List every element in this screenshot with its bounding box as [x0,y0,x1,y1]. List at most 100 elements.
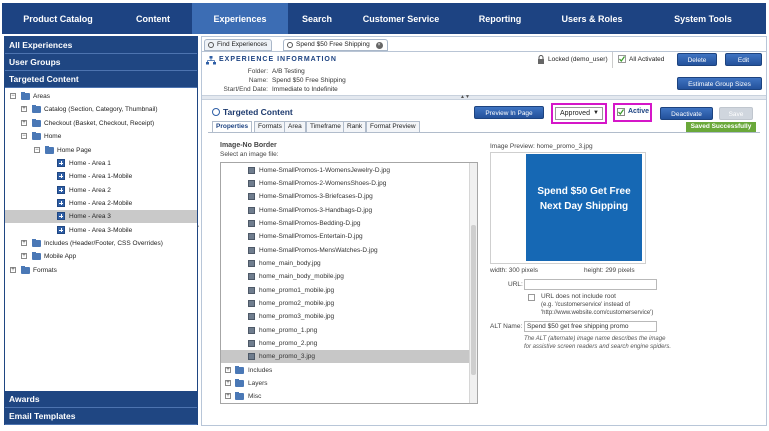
file-list-scrollbar[interactable] [469,163,477,403]
nav-customer-service[interactable]: Customer Service [346,3,456,34]
tab-timeframe[interactable]: Timeframe [306,121,345,132]
list-item[interactable]: Home-SmallPromos-2-WomensShoes-D.jpg [221,177,470,190]
folder-icon [235,392,244,400]
delete-button[interactable]: Delete [677,53,717,66]
folder-item-layers[interactable]: + Layers [221,377,470,390]
top-nav: Product Catalog Content Experiences Sear… [2,3,766,34]
list-item-selected[interactable]: home_promo_3.jpg [221,350,470,363]
tab-format-preview[interactable]: Format Preview [366,121,420,132]
expand-toggle-icon[interactable]: + [21,240,27,246]
list-item[interactable]: home_promo3_mobile.jpg [221,310,470,323]
targeted-content-title: Targeted Content [223,107,293,117]
tree-item-home-area-1-mobile[interactable]: Home - Area 1-Mobile [5,170,197,183]
save-button[interactable]: Save [719,107,753,120]
image-file-icon [248,340,255,347]
edit-button[interactable]: Edit [725,53,762,66]
tree-item-label: Areas [33,93,50,100]
folder-item-includes[interactable]: + Includes [221,364,470,377]
alt-name-input[interactable]: Spend $50 get free shipping promo [524,321,657,332]
list-item[interactable]: Home-SmallPromos-1-WomensJewelry-D.jpg [221,164,470,177]
image-file-icon [248,167,255,174]
tree-item-areas[interactable]: − Areas [5,90,197,103]
tree-item-home-area-3-mobile[interactable]: Home - Area 3-Mobile [5,224,197,237]
tree-item-home-area-2[interactable]: Home - Area 2 [5,184,197,197]
list-item[interactable]: home_main_body_mobile.jpg [221,270,470,283]
tree-item-formats[interactable]: + Formats [5,264,197,277]
estimate-group-sizes-button[interactable]: Estimate Group Sizes [677,77,762,90]
folder-icon [32,132,41,140]
experience-icon [287,42,293,48]
close-tab-icon[interactable]: × [375,42,383,49]
collapse-toggle-icon[interactable]: − [34,147,40,153]
preview-in-page-button[interactable]: Preview In Page [474,106,544,119]
tab-label: Spend $50 Free Shipping [296,41,370,48]
list-item[interactable]: home_promo_2.png [221,337,470,350]
tree-item-label: Home Page [57,147,92,154]
image-file-list[interactable]: Home-SmallPromos-1-WomensJewelry-D.jpg H… [220,162,478,404]
folder-item-misc[interactable]: + Misc [221,390,470,403]
tree-item-catalog[interactable]: + Catalog (Section, Category, Thumbnail) [5,103,197,116]
tree-item-home-area-3[interactable]: Home - Area 3 [5,210,197,223]
nav-product-catalog[interactable]: Product Catalog [2,3,114,34]
name-value: Spend $50 Free Shipping [272,77,346,84]
folder-icon [32,105,41,113]
alt-hint-line1: The ALT (alternate) image name describes… [524,336,666,342]
tree-item-home-page[interactable]: − Home Page [5,144,197,157]
expand-toggle-icon[interactable]: + [21,106,27,112]
expand-toggle-icon[interactable]: + [225,393,231,399]
image-file-icon [248,233,255,240]
list-item[interactable]: home_promo1_mobile.jpg [221,284,470,297]
expand-toggle-icon[interactable]: + [21,253,27,259]
collapse-arrow-icon[interactable]: ▲▼ [455,95,475,100]
list-item[interactable]: home_promo_1.png [221,324,470,337]
all-experiences-header[interactable]: All Experiences [5,37,197,54]
scrollbar-thumb[interactable] [471,225,476,375]
list-item[interactable]: Home-SmallPromos-MensWatches-D.jpg [221,244,470,257]
deactivate-button[interactable]: Deactivate [660,107,713,120]
expand-toggle-icon[interactable]: + [225,380,231,386]
expand-toggle-icon[interactable]: + [21,120,27,126]
targeted-content-header[interactable]: Targeted Content [5,71,197,88]
expand-toggle-icon[interactable]: + [10,267,16,273]
tree-item-mobile-app[interactable]: + Mobile App [5,250,197,263]
collapse-toggle-icon[interactable]: − [10,93,16,99]
left-panel: All Experiences User Groups Targeted Con… [4,36,198,425]
tree-item-label: Home - Area 1 [69,160,111,167]
list-item[interactable]: home_main_body.jpg [221,257,470,270]
tab-find-experiences[interactable]: Find Experiences [204,39,273,51]
user-groups-header[interactable]: User Groups [5,54,197,71]
tree-item-label: Catalog (Section, Category, Thumbnail) [44,106,158,113]
nav-system-tools[interactable]: System Tools [640,3,766,34]
nav-reporting[interactable]: Reporting [456,3,544,34]
list-item[interactable]: Home-SmallPromos-Bedding-D.jpg [221,217,470,230]
tree-item-home-area-1[interactable]: Home - Area 1 [5,157,197,170]
email-templates-header[interactable]: Email Templates [5,408,197,425]
section-collapse-bar[interactable] [202,95,766,100]
expand-toggle-icon[interactable]: + [225,367,231,373]
tab-rank[interactable]: Rank [343,121,367,132]
folder-icon [21,92,30,100]
tab-area[interactable]: Area [284,121,306,132]
list-item[interactable]: Home-SmallPromos-3-Briefcases-D.jpg [221,190,470,203]
tab-spend-50-free-shipping[interactable]: Spend $50 Free Shipping × [283,39,388,51]
list-item[interactable]: Home-SmallPromos-Entertain-D.jpg [221,230,470,243]
promo-image: Spend $50 Get Free Next Day Shipping [526,154,642,261]
image-file-icon [248,180,255,187]
tree-item-home-area-2-mobile[interactable]: Home - Area 2-Mobile [5,197,197,210]
tree-item-includes[interactable]: + Includes (Header/Footer, CSS Overrides… [5,237,197,250]
tree-item-home[interactable]: − Home [5,130,197,143]
list-item[interactable]: home_promo2_mobile.jpg [221,297,470,310]
collapse-toggle-icon[interactable]: − [21,133,27,139]
tab-properties[interactable]: Properties [212,121,253,132]
nav-users-roles[interactable]: Users & Roles [544,3,640,34]
awards-header[interactable]: Awards [5,391,197,408]
url-input[interactable] [524,279,657,290]
tab-formats[interactable]: Formats [254,121,286,132]
list-item[interactable]: Home-SmallPromos-3-Handbags-D.jpg [221,204,470,217]
url-root-checkbox[interactable] [528,294,535,301]
nav-experiences[interactable]: Experiences [192,3,288,34]
tree-item-checkout[interactable]: + Checkout (Basket, Checkout, Receipt) [5,117,197,130]
tree-item-label: Home - Area 3-Mobile [69,227,133,234]
nav-content[interactable]: Content [114,3,192,34]
nav-search[interactable]: Search [288,3,346,34]
